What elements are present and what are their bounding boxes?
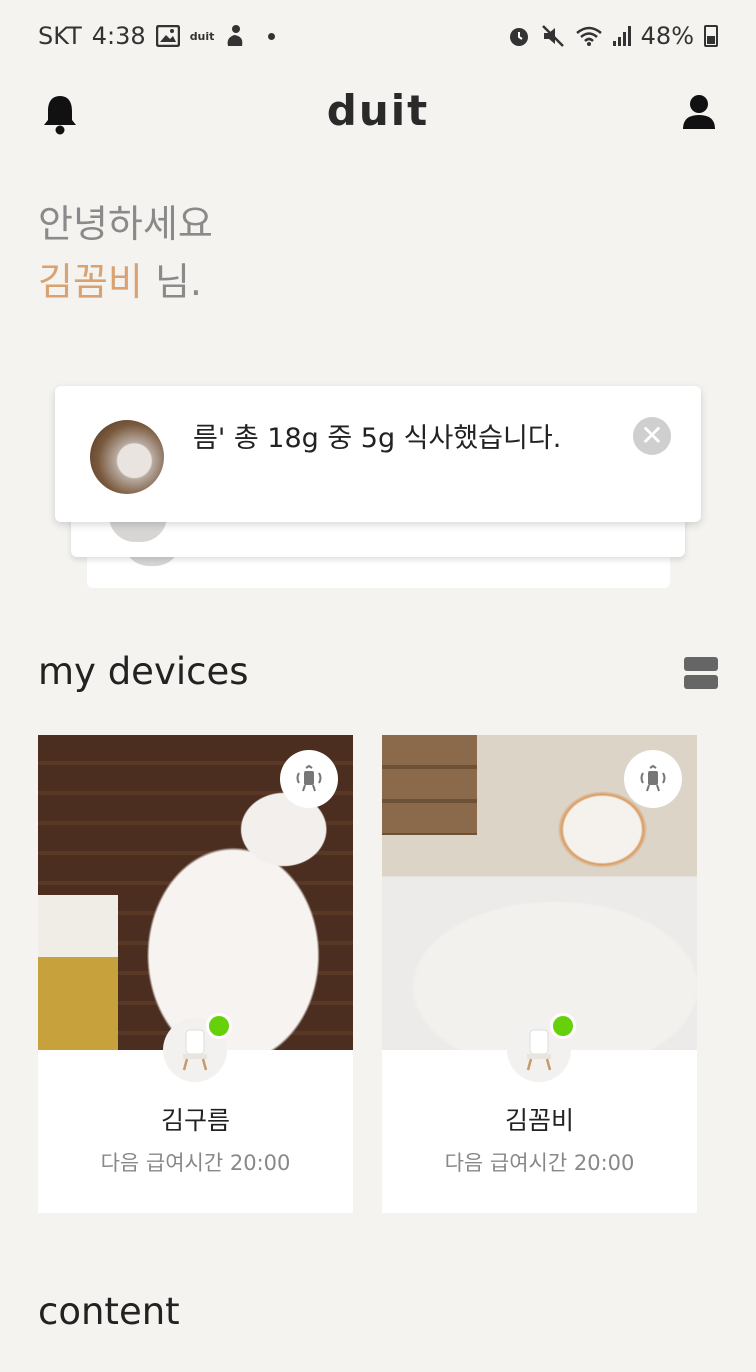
carrier-label: SKT xyxy=(38,22,82,50)
section-title-devices: my devices xyxy=(38,650,249,693)
device-name: 김구름 xyxy=(160,1106,230,1135)
more-notifications-dot xyxy=(268,32,276,40)
clock: 4:38 xyxy=(91,22,146,50)
feeder-sensor-icon[interactable] xyxy=(280,750,338,808)
app-logo: duit xyxy=(326,86,430,135)
status-bar: SKT 4:38 duit 48% xyxy=(0,0,756,72)
next-feeding-time: 다음 급여시간 20:00 xyxy=(444,1151,635,1175)
notification-message: 름' 총 18g 중 5g 식사했습니다. xyxy=(193,423,562,454)
feeder-sensor-icon[interactable] xyxy=(624,750,682,808)
profile-icon[interactable] xyxy=(682,94,716,130)
food-bag-image xyxy=(38,895,118,1050)
online-status-badge xyxy=(206,1013,232,1039)
duit-notification-icon: duit xyxy=(189,29,215,43)
user-name: 김꼼비 xyxy=(38,260,143,304)
device-card[interactable]: 김꼼비 다음 급여시간 20:00 xyxy=(382,735,697,1213)
alarm-icon xyxy=(509,28,528,46)
battery-percent: 48% xyxy=(640,22,694,50)
drawer-image xyxy=(382,735,477,835)
wifi-icon xyxy=(575,26,602,46)
notification-pet-avatar xyxy=(90,420,164,494)
gallery-icon xyxy=(155,25,180,47)
online-status-badge xyxy=(550,1013,576,1039)
greeting-suffix: 님. xyxy=(142,260,203,304)
notification-icon xyxy=(228,25,243,46)
device-name: 김꼼비 xyxy=(504,1106,574,1135)
greeting-name-line: 김꼼비 님. xyxy=(38,252,213,312)
notification-card[interactable]: 름' 총 18g 중 5g 식사했습니다. ✕ xyxy=(55,386,701,522)
signal-icon xyxy=(612,26,631,46)
list-view-toggle-icon[interactable] xyxy=(684,657,718,689)
next-feeding-time: 다음 급여시간 20:00 xyxy=(100,1151,291,1175)
greeting-hello: 안녕하세요 xyxy=(38,202,213,246)
mute-icon xyxy=(541,25,564,47)
app-header: duit xyxy=(0,80,756,150)
device-card[interactable]: 김구름 다음 급여시간 20:00 xyxy=(38,735,353,1213)
greeting: 안녕하세요 김꼼비 님. xyxy=(38,196,213,312)
battery-icon xyxy=(704,25,718,47)
close-icon[interactable]: ✕ xyxy=(633,417,671,455)
section-title-content: content xyxy=(38,1290,180,1333)
